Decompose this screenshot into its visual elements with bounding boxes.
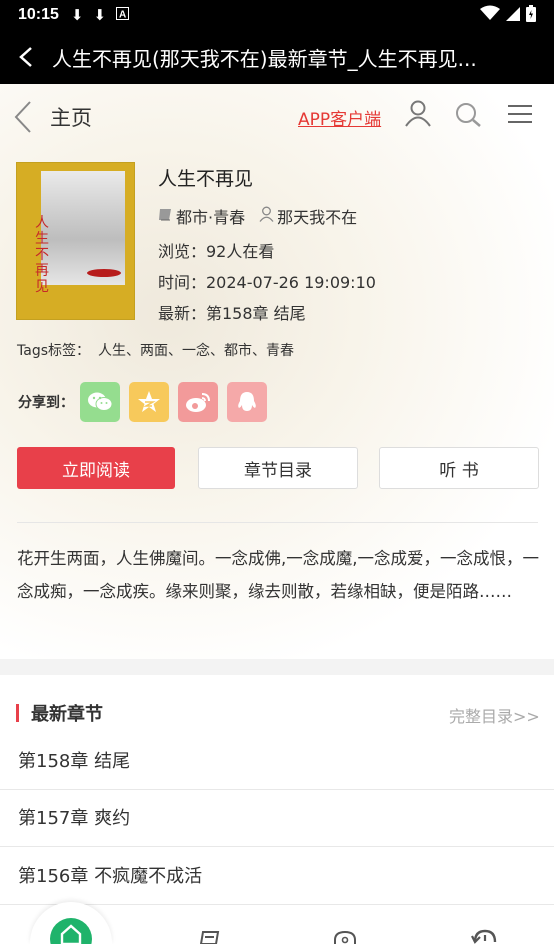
read-now-button[interactable]: 立即阅读 [17, 447, 175, 489]
headphones-icon [334, 930, 356, 944]
svg-text:A: A [119, 10, 126, 21]
chapter-title: 第157章 爽约 [18, 808, 131, 829]
search-icon[interactable] [455, 102, 483, 132]
qzone-star-icon [138, 391, 160, 412]
cover-decoration [87, 269, 121, 277]
share-label: 分享到： [18, 395, 74, 411]
weibo-icon [186, 393, 210, 412]
history-tab[interactable] [470, 920, 498, 944]
share-wechat-button[interactable] [80, 382, 120, 422]
top-nav: 主页 APP客户端 [0, 96, 554, 136]
share-qq-button[interactable] [227, 382, 267, 422]
divider [17, 522, 538, 523]
book-title: 人生不再见 [158, 168, 254, 190]
user-icon[interactable] [404, 99, 432, 131]
qq-penguin-icon [238, 392, 256, 411]
latest-chapters-title: 最新章节 [31, 704, 103, 725]
section-gap [0, 659, 554, 675]
battery-icon [526, 4, 536, 26]
home-back-button[interactable] [12, 100, 34, 138]
latest-chapters-header: 最新章节 完整目录>> [0, 698, 554, 728]
book-views: 浏览：92人在看 [158, 242, 275, 261]
book-category[interactable]: 都市·青春 [176, 204, 245, 228]
bottom-tab-bar [0, 902, 554, 944]
notification-a-icon: A [116, 6, 130, 24]
tags-value[interactable]: 人生、两面、一念、都市、青春 [98, 343, 294, 359]
tags-row: Tags标签： 人生、两面、一念、都市、青春 [17, 340, 294, 360]
chapter-title: 第156章 不疯魔不成活 [18, 866, 203, 887]
back-arrow-icon [19, 47, 32, 67]
cover-artwork [41, 171, 125, 285]
history-icon [471, 929, 497, 944]
book-update-time: 时间：2024-07-26 19:09:10 [158, 273, 376, 292]
full-toc-link[interactable]: 完整目录>> [449, 703, 540, 727]
book-icon [158, 207, 173, 226]
home-link[interactable]: 主页 [50, 102, 92, 132]
app-client-link[interactable]: APP客户端 [298, 105, 381, 130]
wifi-icon [480, 5, 500, 25]
download-icon: ⬇ [93, 6, 107, 24]
chapter-item[interactable]: 第158章 结尾 [0, 733, 554, 790]
book-tab-icon [199, 931, 220, 944]
book-latest-chapter[interactable]: 最新：第158章 结尾 [158, 300, 306, 324]
bookshelf-tab[interactable] [198, 920, 222, 944]
menu-icon[interactable] [506, 104, 534, 128]
section-accent-bar [16, 704, 19, 722]
chevron-left-icon [14, 101, 31, 133]
tags-label: Tags标签： [17, 343, 90, 359]
page-title: 人生不再见(那天我不在)最新章节_人生不再见... [52, 46, 477, 71]
signal-icon [506, 6, 520, 25]
status-bar: 10:15 ⬇ ⬇ A [0, 0, 554, 30]
home-icon [60, 924, 82, 944]
book-author[interactable]: 那天我不在 [277, 204, 357, 228]
chapter-title: 第158章 结尾 [18, 751, 131, 772]
book-meta: 都市·青春 那天我不在 [158, 204, 357, 228]
wechat-icon [88, 392, 113, 411]
book-cover[interactable]: 人生不再见 [16, 162, 135, 320]
download-icon: ⬇ [70, 6, 84, 24]
listen-button[interactable]: 听 书 [379, 447, 539, 489]
back-button[interactable] [0, 30, 52, 84]
chapter-item[interactable]: 第156章 不疯魔不成活 [0, 848, 554, 905]
chapter-list-button[interactable]: 章节目录 [198, 447, 358, 489]
status-time: 10:15 [18, 6, 59, 23]
chapter-item[interactable]: 第157章 爽约 [0, 790, 554, 847]
cover-title-art: 人生不再见 [35, 215, 49, 295]
page-content: 主页 APP客户端 人生不再见 人生不再见 都市·青春 那天我不在 浏览：92人… [0, 84, 554, 944]
app-bar: 人生不再见(那天我不在)最新章节_人生不再见... [0, 30, 554, 84]
person-icon [259, 206, 274, 226]
book-intro: 花开生两面，人生佛魔间。一念成佛,一念成魔,一念成爱，一念成恨，一念成痴，一念成… [17, 549, 539, 601]
listen-tab[interactable] [332, 920, 358, 944]
share-row: 分享到： [18, 382, 276, 422]
share-qzone-button[interactable] [129, 382, 169, 422]
share-weibo-button[interactable] [178, 382, 218, 422]
